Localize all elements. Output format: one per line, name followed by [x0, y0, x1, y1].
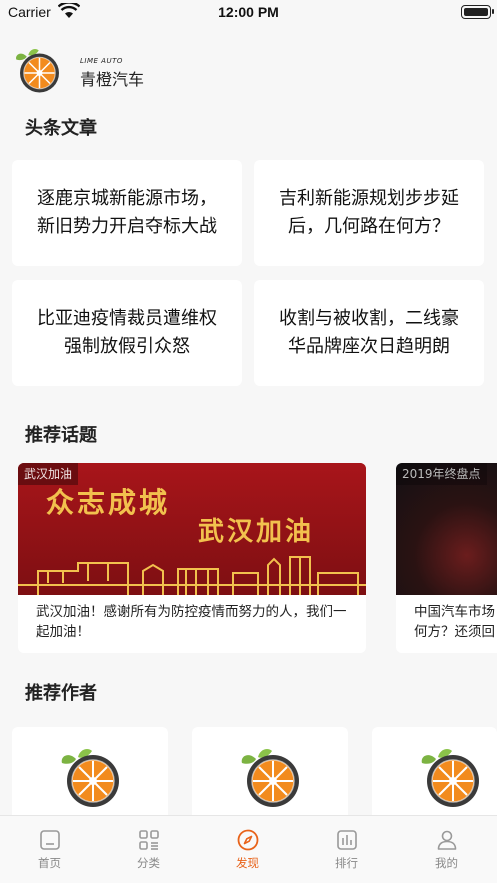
author-avatar-icon [420, 745, 482, 809]
tab-mine[interactable]: 我的 [396, 816, 497, 883]
article-card[interactable]: 吉利新能源规划步步延后，几何路在何方？ [254, 160, 484, 266]
article-title: 逐鹿京城新能源市场，新旧势力开启夺标大战 [37, 188, 217, 237]
topic-banner-image: 武汉加油 众志成城 武汉加油 [18, 463, 366, 595]
author-avatar-icon [60, 745, 122, 809]
topic-tag: 2019年终盘点 [396, 463, 487, 485]
user-icon [437, 830, 457, 850]
topic-banner-image: 2019年终盘点 [396, 463, 497, 595]
tab-label: 我的 [435, 856, 458, 870]
brand-name-cn: 青橙汽车 [80, 70, 145, 89]
topic-text: 武汉加油！感谢所有为防控疫情而努力的人，我们一起加油！ [36, 604, 347, 640]
tab-bar: 首页 分类 发现 排行 我的 [0, 815, 497, 883]
authors-title: 推荐作者 [25, 683, 97, 704]
article-card[interactable]: 逐鹿京城新能源市场，新旧势力开启夺标大战 [12, 160, 242, 266]
tab-label: 发现 [236, 856, 259, 870]
brand-name-en: LIME AUTO [80, 57, 123, 65]
headlines-title: 头条文章 [25, 118, 97, 139]
topic-card[interactable]: 武汉加油 众志成城 武汉加油 武汉加油！感谢所有为防控疫情而努力的人，我们一起加… [18, 463, 366, 653]
topics-title: 推荐话题 [25, 425, 97, 446]
article-title: 吉利新能源规划步步延后，几何路在何方？ [279, 188, 459, 237]
article-card[interactable]: 收割与被收割，二线豪华品牌座次日趋明朗 [254, 280, 484, 386]
tab-category[interactable]: 分类 [99, 816, 198, 883]
article-card[interactable]: 比亚迪疫情裁员遭维权强制放假引众怒 [12, 280, 242, 386]
topic-text: 中国汽车市场何方？还须回 [414, 604, 495, 640]
tab-label: 排行 [335, 856, 358, 870]
banner-line-1: 众志成城 [46, 486, 171, 519]
article-title: 收割与被收割，二线豪华品牌座次日趋明朗 [279, 308, 459, 357]
brand-header: LIME AUTO 青橙汽车 [12, 46, 212, 94]
tab-home[interactable]: 首页 [0, 816, 99, 883]
chart-icon [337, 830, 357, 850]
tab-label: 分类 [137, 856, 160, 870]
banner-line-2: 武汉加油 [198, 517, 315, 547]
orange-logo-icon [12, 46, 64, 94]
tab-ranking[interactable]: 排行 [297, 816, 396, 883]
compass-icon [237, 829, 259, 851]
tab-label: 首页 [38, 856, 61, 870]
battery-icon [461, 5, 494, 19]
article-title: 比亚迪疫情裁员遭维权强制放假引众怒 [37, 308, 217, 357]
status-bar: Carrier 12:00 PM [0, 0, 497, 26]
category-icon [139, 830, 159, 850]
status-time: 12:00 PM [218, 4, 279, 20]
home-icon [40, 830, 60, 850]
author-avatar-icon [240, 745, 302, 809]
tab-discover[interactable]: 发现 [198, 816, 297, 883]
topic-card[interactable]: 2019年终盘点 中国汽车市场何方？还须回 [396, 463, 497, 653]
